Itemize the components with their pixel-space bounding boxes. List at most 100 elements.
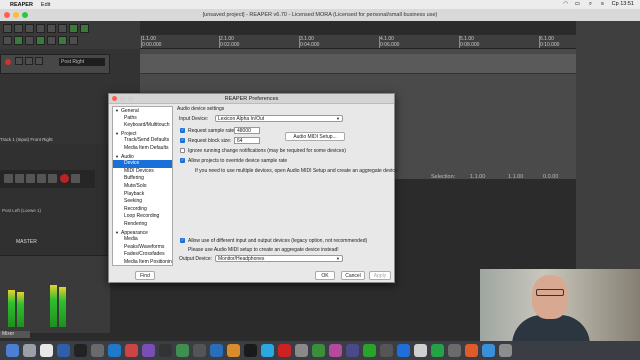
selection-end[interactable]: 1.1.00 bbox=[508, 174, 523, 180]
find-button[interactable]: Find bbox=[135, 271, 155, 280]
allow-legacy-checkbox[interactable] bbox=[180, 237, 185, 243]
play-icon[interactable] bbox=[37, 174, 46, 183]
track-name[interactable]: Post Right bbox=[59, 58, 105, 66]
menu-item-reaper[interactable]: REAPER bbox=[10, 2, 33, 8]
tree-category[interactable]: ▼ Project bbox=[113, 130, 172, 138]
record-arm-icon[interactable] bbox=[5, 59, 11, 65]
new-project-icon[interactable] bbox=[3, 24, 12, 33]
mute-button[interactable] bbox=[15, 57, 23, 65]
forward-icon[interactable] bbox=[15, 174, 24, 183]
solo-button[interactable] bbox=[25, 57, 33, 65]
fx-button[interactable] bbox=[35, 57, 43, 65]
selection-length[interactable]: 0.0.00 bbox=[543, 174, 558, 180]
trash-icon[interactable] bbox=[499, 344, 512, 357]
preferences-tree[interactable]: ▼ General Paths Keyboard/Multitouch ▼ Project… bbox=[112, 106, 173, 266]
app-icon[interactable] bbox=[227, 344, 240, 357]
rewind-icon[interactable] bbox=[4, 174, 13, 183]
timeline-ruler[interactable]: 1.1.00 0:00.000 2.1.00 0:02.000 3.1.00 0:04… bbox=[140, 35, 576, 49]
redo-icon[interactable] bbox=[58, 24, 67, 33]
apply-button[interactable]: Apply bbox=[369, 271, 391, 280]
ignore-notifications-checkbox[interactable] bbox=[180, 148, 185, 153]
wifi-icon[interactable]: ◠ bbox=[563, 1, 568, 7]
open-project-icon[interactable] bbox=[14, 24, 23, 33]
app-icon[interactable] bbox=[482, 344, 495, 357]
app-icon[interactable] bbox=[448, 344, 461, 357]
markers-move-icon[interactable] bbox=[69, 36, 78, 45]
tree-item[interactable]: MIDI Devices bbox=[113, 168, 172, 176]
app-icon[interactable] bbox=[278, 344, 291, 357]
auto-crossfade-icon[interactable] bbox=[25, 36, 34, 45]
minimize-window-icon[interactable] bbox=[13, 12, 19, 18]
tree-item[interactable]: Device bbox=[113, 160, 172, 168]
app-icon[interactable] bbox=[125, 344, 138, 357]
project-settings-icon[interactable] bbox=[36, 24, 45, 33]
track-lane[interactable] bbox=[140, 54, 576, 74]
tree-item[interactable]: Media Item Positioning bbox=[113, 259, 172, 265]
app-icon[interactable] bbox=[363, 344, 376, 357]
app-icon[interactable] bbox=[193, 344, 206, 357]
app-icon[interactable] bbox=[431, 344, 444, 357]
app-icon[interactable] bbox=[329, 344, 342, 357]
tree-item[interactable]: Seeking bbox=[113, 198, 172, 206]
allow-override-checkbox[interactable] bbox=[180, 157, 185, 163]
input-device-select[interactable]: Lexicon Alpha In/Out ▼ bbox=[215, 115, 343, 122]
app-icon[interactable] bbox=[397, 344, 410, 357]
cancel-button[interactable]: Cancel bbox=[341, 271, 365, 280]
audio-midi-setup-button[interactable]: Audio MIDI Setup... bbox=[285, 132, 345, 141]
tree-item[interactable]: Playback bbox=[113, 191, 172, 199]
selection-start[interactable]: 1.1.00 bbox=[470, 174, 485, 180]
app-icon[interactable] bbox=[312, 344, 325, 357]
terminal-icon[interactable] bbox=[74, 344, 87, 357]
tree-item[interactable]: Buffering bbox=[113, 175, 172, 183]
app-icon[interactable] bbox=[210, 344, 223, 357]
tree-item[interactable]: Media Item Defaults bbox=[113, 145, 172, 153]
loop-icon[interactable] bbox=[71, 174, 80, 183]
app-icon[interactable] bbox=[176, 344, 189, 357]
close-window-icon[interactable] bbox=[4, 12, 10, 18]
sample-rate-checkbox[interactable] bbox=[180, 127, 185, 133]
sample-rate-input[interactable]: 48000 bbox=[234, 127, 260, 134]
app-icon[interactable] bbox=[465, 344, 478, 357]
tree-category[interactable]: ▼ Appearance bbox=[113, 229, 172, 237]
record-icon[interactable] bbox=[60, 174, 69, 183]
mixer-tab[interactable]: Mixer bbox=[0, 331, 30, 338]
reaper-icon[interactable] bbox=[244, 344, 257, 357]
stop-icon[interactable] bbox=[26, 174, 35, 183]
tree-item[interactable]: Loop Recording bbox=[113, 213, 172, 221]
snap-toggle-icon[interactable] bbox=[69, 24, 78, 33]
block-size-checkbox[interactable] bbox=[180, 137, 185, 143]
tree-item[interactable]: Mute/Solo bbox=[113, 183, 172, 191]
ok-button[interactable]: OK bbox=[315, 271, 335, 280]
tree-item[interactable]: Fades/Crossfades bbox=[113, 251, 172, 259]
app-icon[interactable] bbox=[414, 344, 427, 357]
tree-item[interactable]: Track/Send Defaults bbox=[113, 137, 172, 145]
tree-item[interactable]: Paths bbox=[113, 115, 172, 123]
item-grouping-icon[interactable] bbox=[58, 36, 67, 45]
safari-icon[interactable] bbox=[57, 344, 70, 357]
tree-category[interactable]: ▼ General bbox=[113, 107, 172, 115]
save-project-icon[interactable] bbox=[25, 24, 34, 33]
pause-icon[interactable] bbox=[48, 174, 57, 183]
track-header[interactable]: Post Right bbox=[0, 54, 110, 74]
control-center-icon[interactable]: ≡ bbox=[601, 1, 604, 7]
output-device-select[interactable]: Monitor/Headphones ▼ bbox=[215, 255, 343, 262]
undo-icon[interactable] bbox=[47, 24, 56, 33]
tree-item[interactable]: Media bbox=[113, 236, 172, 244]
tree-item[interactable]: Peaks/Waveforms bbox=[113, 244, 172, 252]
search-icon[interactable]: ⌕ bbox=[589, 1, 592, 8]
app-icon[interactable] bbox=[159, 344, 172, 357]
grid-toggle-icon[interactable] bbox=[80, 24, 89, 33]
locking-icon[interactable] bbox=[47, 36, 56, 45]
tree-category[interactable]: ▼ Audio bbox=[113, 153, 172, 161]
app-icon[interactable] bbox=[108, 344, 121, 357]
envelope-points-icon[interactable] bbox=[36, 36, 45, 45]
app-icon[interactable] bbox=[261, 344, 274, 357]
block-size-input[interactable]: 64 bbox=[234, 137, 260, 144]
app-icon[interactable] bbox=[380, 344, 393, 357]
ripple-edit-icon[interactable] bbox=[14, 36, 23, 45]
close-dialog-icon[interactable] bbox=[112, 96, 117, 101]
tree-item[interactable]: Rendering bbox=[113, 221, 172, 229]
app-icon[interactable] bbox=[142, 344, 155, 357]
menu-item-edit[interactable]: Edit bbox=[41, 2, 50, 8]
launchpad-icon[interactable] bbox=[23, 344, 36, 357]
